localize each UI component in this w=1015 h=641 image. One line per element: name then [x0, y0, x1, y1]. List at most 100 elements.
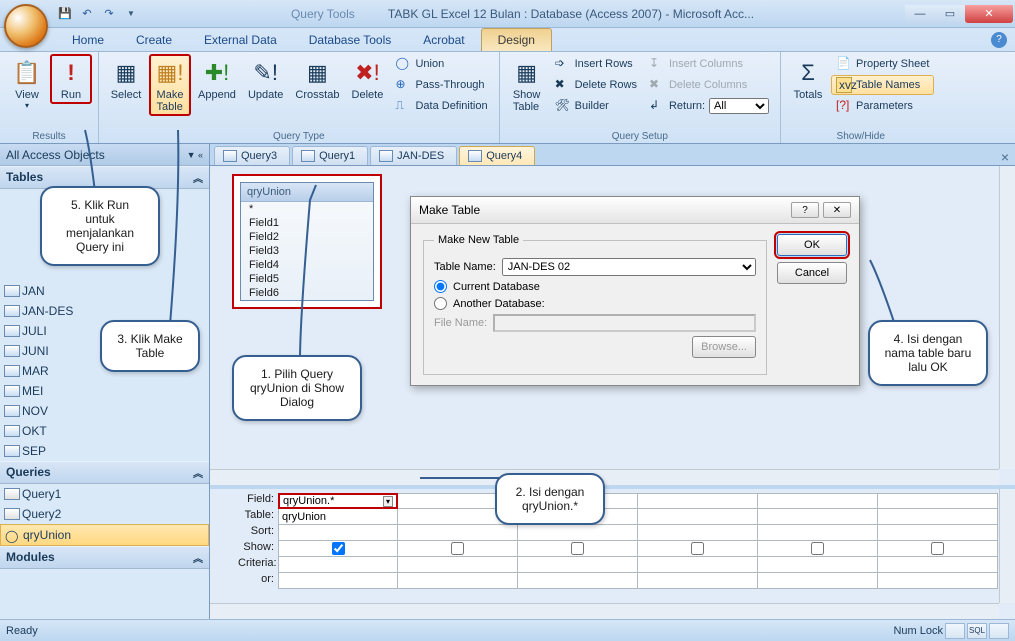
delete-columns-button[interactable]: ✖Delete Columns — [644, 75, 774, 95]
query-item-qryunion[interactable]: ◯qryUnion — [0, 524, 209, 546]
tab-acrobat[interactable]: Acrobat — [407, 29, 480, 51]
select-button[interactable]: ▦ Select — [105, 54, 147, 104]
qbe-cell[interactable] — [398, 541, 518, 557]
maximize-button[interactable]: ▭ — [935, 5, 965, 23]
builder-button[interactable]: 🛠Builder — [550, 96, 642, 116]
help-icon[interactable]: ? — [991, 32, 1007, 48]
totals-button[interactable]: Σ Totals — [787, 54, 829, 104]
source-tablebox[interactable]: qryUnion * Field1 Field2 Field3 Field4 F… — [232, 174, 382, 309]
make-table-button[interactable]: ▦! Make Table — [149, 54, 191, 116]
scrollbar-vertical[interactable] — [999, 166, 1015, 469]
qbe-cell[interactable] — [758, 509, 878, 525]
qbe-cell[interactable] — [518, 525, 638, 541]
qbe-cell[interactable] — [638, 557, 758, 573]
field-star[interactable]: * — [241, 202, 373, 216]
qbe-cell[interactable] — [398, 573, 518, 589]
pass-through-button[interactable]: ⊕ Pass-Through — [390, 75, 492, 95]
qbe-cell[interactable] — [758, 541, 878, 557]
dialog-close-button[interactable]: ✕ — [823, 202, 851, 218]
qbe-sort-cell[interactable] — [278, 525, 398, 541]
qbe-field-cell[interactable]: qryUnion.*▾ — [278, 493, 398, 509]
redo-icon[interactable]: ↷ — [100, 5, 118, 23]
undo-icon[interactable]: ↶ — [78, 5, 96, 23]
qbe-cell[interactable] — [758, 573, 878, 589]
qbe-cell[interactable] — [638, 541, 758, 557]
doc-tab-query4[interactable]: Query4 — [459, 146, 535, 165]
insert-columns-button[interactable]: ↧Insert Columns — [644, 54, 774, 74]
nav-group-modules[interactable]: Modules︽ — [0, 546, 209, 569]
doc-tab-query3[interactable]: Query3 — [214, 146, 290, 165]
field-1[interactable]: Field1 — [241, 216, 373, 230]
qbe-cell[interactable] — [758, 557, 878, 573]
qbe-cell[interactable] — [758, 493, 878, 509]
table-item-okt[interactable]: OKT — [0, 421, 209, 441]
show-checkbox[interactable] — [571, 542, 584, 555]
qbe-cell[interactable] — [518, 541, 638, 557]
table-names-button[interactable]: xvzTable Names — [831, 75, 934, 95]
qbe-cell[interactable] — [758, 525, 878, 541]
return-control[interactable]: ↲ Return: All — [644, 96, 774, 116]
show-checkbox[interactable] — [931, 542, 944, 555]
view-mode-design[interactable] — [989, 623, 1009, 639]
qbe-cell[interactable] — [398, 525, 518, 541]
qbe-cell[interactable] — [878, 509, 998, 525]
qbe-cell[interactable] — [518, 557, 638, 573]
insert-rows-button[interactable]: ➩Insert Rows — [550, 54, 642, 74]
field-5[interactable]: Field5 — [241, 272, 373, 286]
union-button[interactable]: ◯ Union — [390, 54, 492, 74]
field-6[interactable]: Field6 — [241, 286, 373, 300]
scrollbar-vertical[interactable] — [999, 489, 1015, 603]
tab-database-tools[interactable]: Database Tools — [293, 29, 408, 51]
tab-home[interactable]: Home — [56, 29, 120, 51]
show-checkbox[interactable] — [451, 542, 464, 555]
ok-button[interactable]: OK — [777, 234, 847, 256]
current-db-radio[interactable] — [434, 280, 447, 293]
cancel-button[interactable]: Cancel — [777, 262, 847, 284]
scrollbar-horizontal[interactable] — [210, 603, 999, 619]
tab-create[interactable]: Create — [120, 29, 188, 51]
table-item-nov[interactable]: NOV — [0, 401, 209, 421]
qbe-cell[interactable] — [878, 525, 998, 541]
parameters-button[interactable]: [?]Parameters — [831, 96, 934, 116]
crosstab-button[interactable]: ▦ Crosstab — [290, 54, 344, 104]
qbe-cell[interactable] — [638, 573, 758, 589]
dialog-help-button[interactable]: ? — [791, 202, 819, 218]
show-checkbox[interactable] — [332, 542, 345, 555]
navpane-dropdown-icon[interactable]: ▼ « — [187, 150, 203, 160]
dropdown-icon[interactable]: ▾ — [383, 496, 393, 507]
qbe-cell[interactable] — [518, 573, 638, 589]
office-button[interactable] — [4, 4, 48, 48]
qbe-criteria-cell[interactable] — [278, 557, 398, 573]
field-3[interactable]: Field3 — [241, 244, 373, 258]
table-item-jan[interactable]: JAN — [0, 281, 209, 301]
table-name-input[interactable]: JAN-DES 02 — [502, 258, 756, 276]
qbe-cell[interactable] — [638, 493, 758, 509]
query-item-query1[interactable]: Query1 — [0, 484, 209, 504]
show-checkbox[interactable] — [811, 542, 824, 555]
navpane-header[interactable]: All Access Objects ▼ « — [0, 144, 209, 166]
tab-external-data[interactable]: External Data — [188, 29, 293, 51]
tab-design[interactable]: Design — [481, 28, 552, 51]
doc-tab-jandes[interactable]: JAN-DES — [370, 146, 457, 165]
minimize-button[interactable]: — — [905, 5, 935, 23]
dialog-titlebar[interactable]: Make Table ? ✕ — [411, 197, 859, 224]
table-item-sep[interactable]: SEP — [0, 441, 209, 461]
qbe-cell[interactable] — [878, 573, 998, 589]
delete-rows-button[interactable]: ✖Delete Rows — [550, 75, 642, 95]
run-button[interactable]: ! Run — [50, 54, 92, 104]
view-mode-datasheet[interactable] — [945, 623, 965, 639]
qbe-cell[interactable] — [878, 493, 998, 509]
qbe-cell[interactable] — [638, 509, 758, 525]
qat-dropdown-icon[interactable]: ▼ — [122, 5, 140, 23]
show-table-button[interactable]: ▦ Show Table — [506, 54, 548, 116]
another-db-label[interactable]: Another Database: — [453, 298, 545, 310]
qbe-cell[interactable] — [878, 557, 998, 573]
tablebox-list[interactable]: * Field1 Field2 Field3 Field4 Field5 Fie… — [241, 202, 373, 300]
design-lower-pane[interactable]: Field: qryUnion.*▾ Table: qryUnion — [210, 489, 1015, 619]
property-sheet-button[interactable]: 📄Property Sheet — [831, 54, 934, 74]
field-4[interactable]: Field4 — [241, 258, 373, 272]
qbe-or-cell[interactable] — [278, 573, 398, 589]
qbe-cell[interactable] — [638, 525, 758, 541]
nav-group-queries[interactable]: Queries︽ — [0, 461, 209, 484]
data-definition-button[interactable]: ⎍ Data Definition — [390, 96, 492, 116]
